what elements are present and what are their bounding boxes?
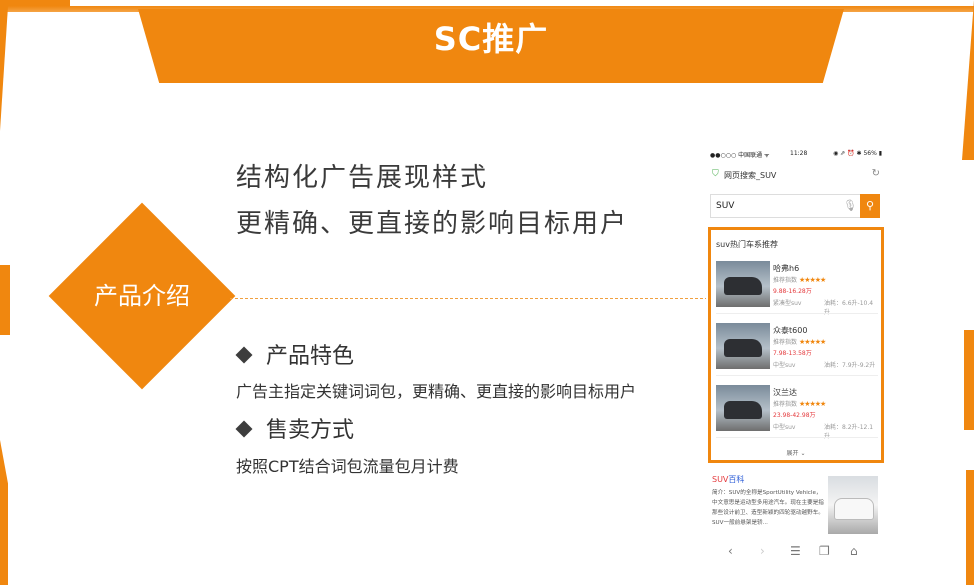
car-name: 众泰t600: [773, 326, 808, 335]
refresh-icon[interactable]: ↻: [872, 168, 880, 179]
headline-line-2: 更精确、更直接的影响目标用户: [236, 209, 629, 239]
baike-card[interactable]: SUV百科 简介：SUV的全称是SportUtility Vehicle，中文意…: [710, 468, 882, 536]
feature-title-1: 产品特色: [235, 338, 355, 370]
stars-icon: ★★★★★: [798, 338, 826, 346]
page-title: SC推广: [433, 20, 549, 58]
feature-title-2: 售卖方式: [235, 412, 355, 444]
expand-button[interactable]: 展开 ⌄: [711, 448, 881, 457]
car-class: 紧凑型suv: [773, 300, 802, 307]
baike-text: 简介：SUV的全称是SportUtility Vehicle，中文意思是运动型多…: [712, 490, 824, 526]
car-fuel: 油耗：7.9升-9.2升: [824, 362, 876, 369]
search-value: SUV: [716, 201, 735, 211]
decor-edge-right-2: [964, 330, 974, 430]
car-item[interactable]: 哈弗h6 推荐指数 ★★★★★ 9.88-16.28万 紧凑型suv 油耗：6.…: [716, 261, 878, 316]
baike-title-suffix: 百科: [728, 475, 745, 484]
decor-edge-left-2: [0, 265, 10, 335]
divider: [716, 375, 878, 376]
browser-nav-bar: ‹ › ☰ ❐ ⌂: [706, 542, 886, 562]
divider: [716, 313, 878, 314]
decor-edge-right-1: [962, 0, 974, 160]
forward-icon[interactable]: ›: [760, 544, 765, 558]
url-text: 网页搜索_SUV: [724, 171, 777, 180]
url-bar[interactable]: ⛉ 网页搜索_SUV ↻: [712, 168, 880, 182]
dashed-divider: [230, 298, 708, 299]
divider: [716, 437, 878, 438]
feature-title-text: 售卖方式: [266, 418, 355, 443]
search-button[interactable]: ⚲: [860, 194, 880, 218]
shield-icon: ⛉: [712, 169, 719, 179]
search-icon: ⚲: [865, 199, 875, 212]
feature-desc-2: 按照CPT结合词包流量包月计费: [236, 457, 459, 476]
feature-title-text: 产品特色: [266, 344, 355, 369]
car-image: [716, 323, 770, 369]
rating-label: 推荐指数: [773, 339, 798, 346]
stars-icon: ★★★★★: [798, 400, 826, 408]
decor-edge-right-3: [966, 470, 974, 585]
status-carrier: ●●○○○ 中国联通 ᯤ: [710, 152, 770, 159]
tabs-icon[interactable]: ❐: [819, 544, 830, 558]
search-input[interactable]: SUV 🎙︎: [710, 194, 862, 218]
section-label: 产品介绍: [94, 282, 190, 310]
car-rating: 推荐指数 ★★★★★: [773, 399, 826, 408]
baike-title[interactable]: SUV百科: [712, 474, 744, 485]
car-item[interactable]: 汉兰达 推荐指数 ★★★★★ 23.98-42.98万 中型suv 油耗：8.2…: [716, 385, 878, 440]
stars-icon: ★★★★★: [798, 276, 826, 284]
headline-line-1: 结构化广告展现样式: [236, 163, 489, 193]
car-rating: 推荐指数 ★★★★★: [773, 275, 826, 284]
car-image: [716, 385, 770, 431]
microphone-icon[interactable]: 🎙︎: [843, 199, 857, 212]
car-price: 23.98-42.98万: [773, 412, 816, 419]
status-bar: ●●○○○ 中国联通 ᯤ 11:28 ◉ ⇗ ⏰ ✱ 56% ▮: [710, 150, 882, 160]
feature-desc-1: 广告主指定关键词词包，更精确、更直接的影响目标用户: [236, 382, 637, 401]
car-item[interactable]: 众泰t600 推荐指数 ★★★★★ 7.98-13.58万 中型suv 油耗：7…: [716, 323, 878, 377]
car-name: 哈弗h6: [773, 264, 800, 273]
decor-edge-left-1: [0, 6, 8, 131]
car-class: 中型suv: [773, 362, 796, 369]
menu-icon[interactable]: ☰: [790, 544, 801, 558]
rating-label: 推荐指数: [773, 401, 798, 408]
baike-title-prefix: SUV: [712, 475, 729, 484]
back-icon[interactable]: ‹: [728, 544, 733, 558]
car-image: [716, 261, 770, 307]
rating-label: 推荐指数: [773, 277, 798, 284]
car-name: 汉兰达: [773, 388, 797, 397]
status-battery: ◉ ⇗ ⏰ ✱ 56% ▮: [833, 150, 882, 157]
diamond-bullet-icon: [235, 346, 253, 364]
diamond-bullet-icon: [235, 420, 253, 438]
recommend-card: suv热门车系推荐 哈弗h6 推荐指数 ★★★★★ 9.88-16.28万 紧凑…: [708, 227, 884, 463]
car-price: 7.98-13.58万: [773, 350, 812, 357]
recommend-title: suv热门车系推荐: [716, 240, 778, 249]
car-class: 中型suv: [773, 424, 796, 431]
baike-car-image: [828, 476, 878, 534]
phone-mockup: ●●○○○ 中国联通 ᯤ 11:28 ◉ ⇗ ⏰ ✱ 56% ▮ ⛉ 网页搜索_…: [706, 146, 886, 568]
status-time: 11:28: [790, 150, 808, 157]
car-rating: 推荐指数 ★★★★★: [773, 337, 826, 346]
home-icon[interactable]: ⌂: [850, 544, 858, 558]
car-price: 9.88-16.28万: [773, 288, 812, 295]
decor-edge-left-3: [0, 440, 8, 585]
